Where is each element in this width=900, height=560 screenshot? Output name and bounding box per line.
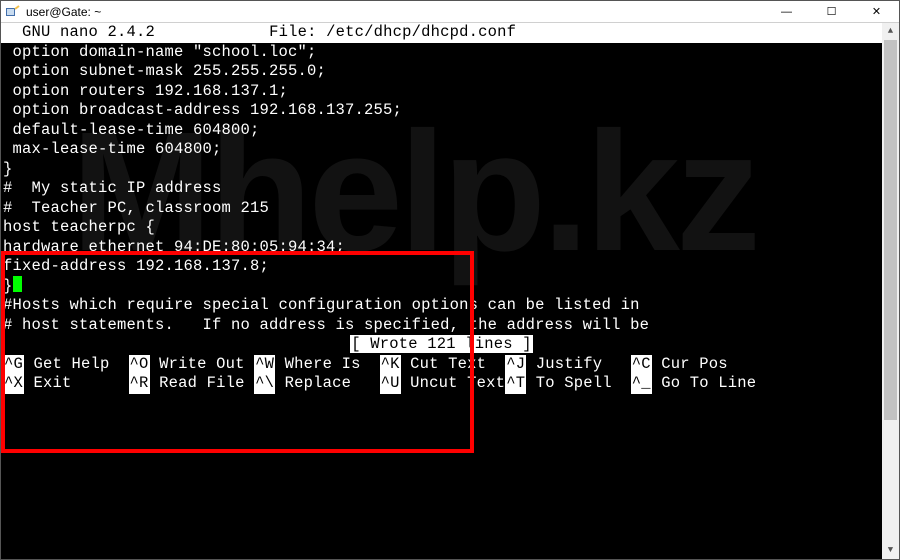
code-line: # My static IP address [1,179,882,199]
code-line: } [1,160,882,180]
nano-status: [ Wrote 121 lines ] [1,335,882,355]
shortcut-label: To Spell [526,374,631,394]
shortcut-key[interactable]: ^_ [631,374,652,394]
nano-version: 2.4.2 [108,23,156,41]
code-line: default-lease-time 604800; [1,121,882,141]
nano-file-path: /etc/dhcp/dhcpd.conf [326,23,516,41]
scrollbar-track[interactable] [882,40,899,542]
shortcut-label: Uncut Text [401,374,506,394]
code-line: option routers 192.168.137.1; [1,82,882,102]
scroll-up-arrow-icon[interactable]: ▲ [882,23,899,40]
code-line: host teacherpc { [1,218,882,238]
text-cursor [13,276,22,292]
shortcut-label: Where Is [275,355,380,375]
close-button[interactable]: ✕ [854,2,899,22]
shortcut-key[interactable]: ^K [380,355,401,375]
shortcut-key[interactable]: ^O [129,355,150,375]
shortcut-label: Write Out [150,355,255,375]
vertical-scrollbar[interactable]: ▲ ▼ [882,23,899,559]
code-line: # Teacher PC, classroom 215 [1,199,882,219]
code-line: hardware ethernet 94:DE:80:05:94:34; [1,238,882,258]
scrollbar-thumb[interactable] [884,40,897,420]
code-line: option broadcast-address 192.168.137.255… [1,101,882,121]
shortcut-key[interactable]: ^C [631,355,652,375]
shortcut-key[interactable]: ^W [254,355,275,375]
nano-shortcut-row: ^G Get Help ^O Write Out ^W Where Is ^K … [1,355,882,375]
code-line: # host statements. If no address is spec… [1,316,882,336]
shortcut-key[interactable]: ^T [505,374,526,394]
shortcut-label: Cut Text [401,355,506,375]
shortcut-key[interactable]: ^R [129,374,150,394]
shortcut-label: Replace [275,374,380,394]
code-line: option subnet-mask 255.255.255.0; [1,62,882,82]
shortcut-label: Exit [24,374,129,394]
nano-shortcut-row: ^X Exit ^R Read File ^\ Replace ^U Uncut… [1,374,882,394]
code-line: fixed-address 192.168.137.8; [1,257,882,277]
shortcut-label: Get Help [24,355,129,375]
shortcut-key[interactable]: ^\ [254,374,275,394]
shortcut-key[interactable]: ^U [380,374,401,394]
code-line: } [1,277,882,297]
code-text: } [3,277,13,295]
putty-icon [5,4,21,20]
nano-file-label: File: [269,23,317,41]
shortcut-key[interactable]: ^J [505,355,526,375]
titlebar[interactable]: user@Gate: ~ — ☐ ✕ [1,1,899,23]
shortcut-label: Cur Pos [652,355,728,375]
nano-header: GNU nano 2.4.2 File: /etc/dhcp/dhcpd.con… [1,23,882,43]
code-line: max-lease-time 604800; [1,140,882,160]
shortcut-key[interactable]: ^X [3,374,24,394]
shortcut-label: Go To Line [652,374,757,394]
maximize-button[interactable]: ☐ [809,2,854,22]
minimize-button[interactable]: — [764,2,809,22]
scroll-down-arrow-icon[interactable]: ▼ [882,542,899,559]
app-window: user@Gate: ~ — ☐ ✕ Mhelp.kz GNU nano 2.4… [0,0,900,560]
shortcut-key[interactable]: ^G [3,355,24,375]
terminal[interactable]: Mhelp.kz GNU nano 2.4.2 File: /etc/dhcp/… [1,23,899,559]
shortcut-label: Read File [150,374,255,394]
code-line: #Hosts which require special configurati… [1,296,882,316]
nano-status-text: [ Wrote 121 lines ] [350,335,533,353]
terminal-inner: GNU nano 2.4.2 File: /etc/dhcp/dhcpd.con… [1,23,882,559]
code-line: option domain-name "school.loc"; [1,43,882,63]
window-title: user@Gate: ~ [26,5,101,19]
shortcut-label: Justify [526,355,631,375]
nano-app: GNU nano [22,23,98,41]
